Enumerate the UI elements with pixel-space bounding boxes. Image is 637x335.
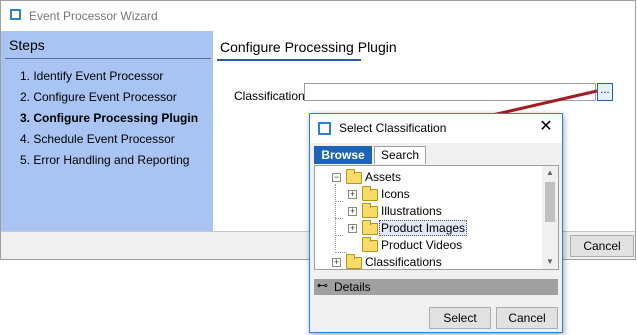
expand-icon[interactable]: + [348,207,357,216]
tree-scrollbar[interactable]: ▲ ▼ [542,166,558,269]
tree-node-assets[interactable]: − Assets [315,169,540,185]
step-schedule-event-processor: 4. Schedule Event Processor [20,132,175,146]
steps-divider [5,58,211,59]
details-expander[interactable]: ⊷ Details [314,279,558,295]
steps-panel: Steps 1. Identify Event Processor 2. Con… [1,31,213,231]
folder-icon [362,220,378,235]
tree-node-product-images[interactable]: + Product Images [315,220,540,236]
tab-search[interactable]: Search [374,146,426,164]
classification-browse-button[interactable]: ... [597,83,613,101]
select-classification-dialog: Select Classification ✕ Browse Search − … [309,113,563,333]
expand-icon[interactable]: + [348,190,357,199]
wizard-titlebar: Event Processor Wizard [1,1,635,31]
page-title-underline [217,59,361,61]
details-label: Details [334,280,371,294]
page-title: Configure Processing Plugin [220,39,397,55]
tree-node-product-videos[interactable]: Product Videos [315,237,540,253]
wizard-cancel-button[interactable]: Cancel [570,235,634,257]
tree-node-label: Product Videos [381,238,463,252]
scrollbar-thumb[interactable] [545,182,555,222]
folder-icon [346,254,362,269]
tree-node-illustrations[interactable]: + Illustrations [315,203,540,219]
classification-input[interactable] [304,83,596,101]
tree-node-label: Classifications [365,255,442,269]
window-icon [10,9,21,20]
wizard-title: Event Processor Wizard [29,9,158,23]
scroll-down-icon[interactable]: ▼ [542,255,558,269]
step-error-handling-and-reporting: 5. Error Handling and Reporting [20,153,190,167]
scroll-up-icon[interactable]: ▲ [542,166,558,180]
classification-label: Classification [234,89,305,103]
steps-header: Steps [9,37,45,53]
step-identify-event-processor: 1. Identify Event Processor [20,69,164,83]
folder-icon [362,203,378,218]
tree-node-icons[interactable]: + Icons [315,186,540,202]
collapse-icon[interactable]: − [332,173,341,182]
step-configure-event-processor: 2. Configure Event Processor [20,90,177,104]
step-configure-processing-plugin: 3. Configure Processing Plugin [20,111,199,125]
tab-browse[interactable]: Browse [314,146,372,164]
tree-node-label: Assets [365,170,402,184]
dialog-window-icon [318,122,331,135]
tree-node-label: Illustrations [381,204,442,218]
expand-icon[interactable]: + [332,258,341,267]
tree-node-label: Icons [381,187,410,201]
dialog-titlebar: Select Classification ✕ [310,114,562,143]
folder-icon [346,169,362,184]
details-toggle-icon: ⊷ [317,280,328,292]
classification-tree: − Assets + Icons + Illustrations + Produ… [314,165,559,270]
dialog-title: Select Classification [339,121,447,135]
close-icon[interactable]: ✕ [536,117,556,137]
select-button[interactable]: Select [429,307,491,329]
dialog-cancel-button[interactable]: Cancel [496,307,558,329]
tree-node-classifications[interactable]: + Classifications [315,254,540,269]
expand-icon[interactable]: + [348,224,357,233]
tree-node-label-selected: Product Images [379,220,468,236]
folder-icon [362,237,378,252]
folder-icon [362,186,378,201]
